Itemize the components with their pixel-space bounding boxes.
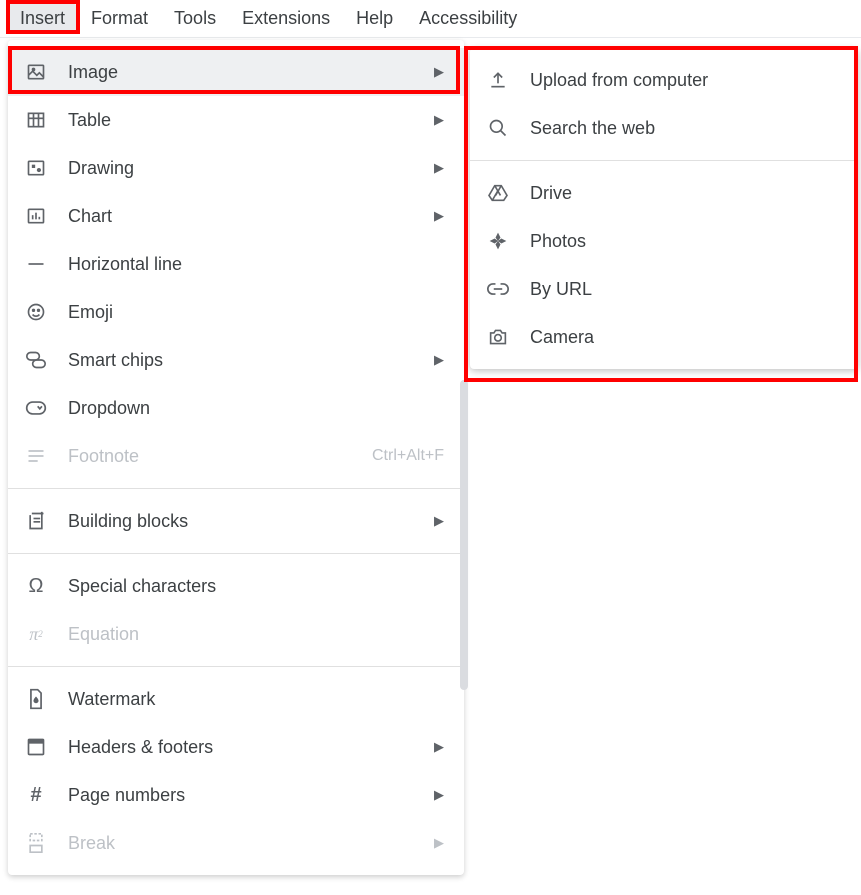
menubar-accessibility[interactable]: Accessibility: [407, 4, 529, 33]
menu-label: Equation: [68, 624, 444, 645]
horizontal-line-icon: [24, 252, 48, 276]
menu-separator: [8, 553, 464, 554]
menu-label: Watermark: [68, 689, 444, 710]
menubar-help[interactable]: Help: [344, 4, 405, 33]
drawing-icon: [24, 156, 48, 180]
menu-item-image[interactable]: Image ▶: [8, 48, 464, 96]
chevron-right-icon: ▶: [434, 208, 444, 224]
menu-item-equation[interactable]: π2 Equation: [8, 610, 464, 658]
menu-item-chart[interactable]: Chart ▶: [8, 192, 464, 240]
menu-label: Photos: [530, 231, 838, 252]
menubar-format[interactable]: Format: [79, 4, 160, 33]
drive-icon: [486, 181, 510, 205]
menu-item-headers-footers[interactable]: Headers & footers ▶: [8, 723, 464, 771]
link-icon: [486, 277, 510, 301]
table-icon: [24, 108, 48, 132]
menubar-label: Tools: [174, 8, 216, 28]
headers-footers-icon: [24, 735, 48, 759]
menu-label: Drive: [530, 183, 838, 204]
building-blocks-icon: [24, 509, 48, 533]
camera-icon: [486, 325, 510, 349]
chevron-right-icon: ▶: [434, 787, 444, 803]
submenu-search-the-web[interactable]: Search the web: [470, 104, 858, 152]
submenu-upload-from-computer[interactable]: Upload from computer: [470, 56, 858, 104]
menu-label: Special characters: [68, 576, 444, 597]
menu-item-emoji[interactable]: Emoji: [8, 288, 464, 336]
menu-item-page-numbers[interactable]: # Page numbers ▶: [8, 771, 464, 819]
menu-separator: [8, 666, 464, 667]
upload-icon: [486, 68, 510, 92]
menu-label: Chart: [68, 206, 414, 227]
image-submenu: Upload from computer Search the web Driv…: [470, 48, 858, 369]
search-icon: [486, 116, 510, 140]
menu-label: Dropdown: [68, 398, 444, 419]
chart-icon: [24, 204, 48, 228]
menu-label: Drawing: [68, 158, 414, 179]
submenu-drive[interactable]: Drive: [470, 169, 858, 217]
omega-icon: Ω: [24, 574, 48, 598]
menubar: Insert Format Tools Extensions Help Acce…: [0, 0, 861, 38]
photos-icon: [486, 229, 510, 253]
footnote-icon: [24, 444, 48, 468]
menu-shortcut: Ctrl+Alt+F: [372, 447, 444, 465]
emoji-icon: [24, 300, 48, 324]
menu-separator: [8, 488, 464, 489]
menu-label: By URL: [530, 279, 838, 300]
smart-chips-icon: [24, 348, 48, 372]
menu-label: Headers & footers: [68, 737, 414, 758]
chevron-right-icon: ▶: [434, 835, 444, 851]
menu-label: Footnote: [68, 446, 352, 467]
menu-item-dropdown[interactable]: Dropdown: [8, 384, 464, 432]
chevron-right-icon: ▶: [434, 739, 444, 755]
pi-icon: π2: [24, 622, 48, 646]
submenu-photos[interactable]: Photos: [470, 217, 858, 265]
menu-item-table[interactable]: Table ▶: [8, 96, 464, 144]
menu-item-break[interactable]: Break ▶: [8, 819, 464, 867]
menu-item-watermark[interactable]: Watermark: [8, 675, 464, 723]
menu-label: Upload from computer: [530, 70, 838, 91]
chevron-right-icon: ▶: [434, 352, 444, 368]
menu-item-building-blocks[interactable]: Building blocks ▶: [8, 497, 464, 545]
menu-label: Smart chips: [68, 350, 414, 371]
menu-label: Break: [68, 833, 414, 854]
menu-label: Horizontal line: [68, 254, 444, 275]
menubar-label: Extensions: [242, 8, 330, 28]
chevron-right-icon: ▶: [434, 112, 444, 128]
menubar-label: Format: [91, 8, 148, 28]
dropdown-icon: [24, 396, 48, 420]
break-icon: [24, 831, 48, 855]
menu-separator: [470, 160, 858, 161]
menu-label: Image: [68, 62, 414, 83]
submenu-camera[interactable]: Camera: [470, 313, 858, 361]
menu-label: Building blocks: [68, 511, 414, 532]
menubar-tools[interactable]: Tools: [162, 4, 228, 33]
menubar-extensions[interactable]: Extensions: [230, 4, 342, 33]
menu-label: Table: [68, 110, 414, 131]
menu-item-special-characters[interactable]: Ω Special characters: [8, 562, 464, 610]
chevron-right-icon: ▶: [434, 64, 444, 80]
menubar-label: Insert: [20, 8, 65, 28]
menu-item-footnote[interactable]: Footnote Ctrl+Alt+F: [8, 432, 464, 480]
menu-label: Search the web: [530, 118, 838, 139]
image-icon: [24, 60, 48, 84]
menubar-insert[interactable]: Insert: [8, 4, 77, 33]
menubar-label: Help: [356, 8, 393, 28]
menu-item-horizontal-line[interactable]: Horizontal line: [8, 240, 464, 288]
menu-item-smart-chips[interactable]: Smart chips ▶: [8, 336, 464, 384]
insert-dropdown: Image ▶ Table ▶ Drawing ▶ Chart ▶ Horizo…: [8, 40, 464, 875]
dropdown-scrollbar[interactable]: [460, 380, 468, 690]
hash-icon: #: [24, 783, 48, 807]
menu-item-drawing[interactable]: Drawing ▶: [8, 144, 464, 192]
menubar-label: Accessibility: [419, 8, 517, 28]
menu-label: Camera: [530, 327, 838, 348]
submenu-by-url[interactable]: By URL: [470, 265, 858, 313]
chevron-right-icon: ▶: [434, 160, 444, 176]
menu-label: Emoji: [68, 302, 444, 323]
watermark-icon: [24, 687, 48, 711]
menu-label: Page numbers: [68, 785, 414, 806]
chevron-right-icon: ▶: [434, 513, 444, 529]
